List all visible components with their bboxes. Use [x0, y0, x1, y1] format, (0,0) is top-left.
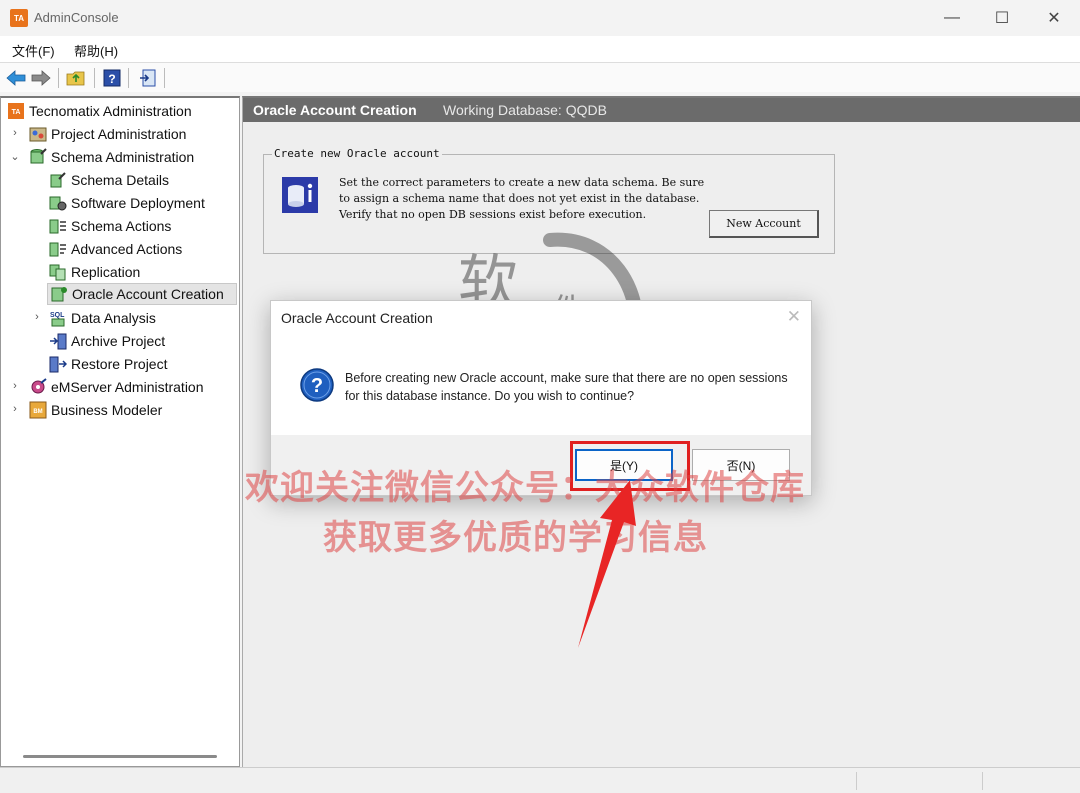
- dialog-title: Oracle Account Creation: [281, 310, 433, 326]
- tree-item-schema-administration[interactable]: Schema Administration: [29, 146, 194, 168]
- dialog-message: Before creating new Oracle account, make…: [345, 371, 788, 403]
- svg-text:SQL: SQL: [50, 312, 65, 319]
- toolbar-separator: [94, 68, 95, 88]
- tree-label: Project Administration: [51, 126, 187, 142]
- chevron-right-icon[interactable]: ›: [9, 127, 21, 139]
- exit-icon[interactable]: [138, 68, 158, 88]
- tree-label: eMServer Administration: [51, 379, 204, 395]
- panel-header: Oracle Account Creation Working Database…: [243, 98, 1080, 122]
- status-divider: [982, 772, 983, 790]
- tree-label: Oracle Account Creation: [72, 286, 224, 302]
- folder-up-icon[interactable]: [66, 68, 86, 88]
- description-text: Set the correct parameters to create a n…: [339, 176, 705, 221]
- tree-item-business-modeler[interactable]: BM Business Modeler: [29, 399, 162, 421]
- working-database-label: Working Database: QQDB: [443, 102, 607, 118]
- question-icon: ?: [299, 367, 335, 403]
- tree-label: Schema Details: [71, 172, 170, 188]
- panel-title: Oracle Account Creation: [253, 102, 417, 118]
- tree-label: Data Analysis: [71, 310, 156, 326]
- help-icon[interactable]: ?: [102, 68, 122, 88]
- chevron-down-icon[interactable]: ⌄: [9, 150, 21, 163]
- menu-file[interactable]: 文件(F): [12, 41, 55, 60]
- project-icon: [29, 125, 47, 143]
- menu-bar: 文件(F) 帮助(H): [0, 36, 1080, 62]
- business-modeler-icon: BM: [29, 401, 47, 419]
- tree-label: Archive Project: [71, 333, 166, 349]
- status-bar: [0, 767, 1080, 793]
- tree-label: Business Modeler: [51, 402, 163, 418]
- chevron-right-icon[interactable]: ›: [31, 311, 43, 323]
- tecnomatix-icon: TA: [7, 102, 25, 120]
- tree-root[interactable]: TA Tecnomatix Administration: [7, 100, 192, 122]
- tree-label: Schema Actions: [71, 218, 172, 234]
- sql-icon: SQL: [49, 309, 67, 327]
- svg-text:TA: TA: [12, 109, 21, 116]
- back-icon[interactable]: [6, 68, 26, 88]
- navigation-tree: TA Tecnomatix Administration › Project A…: [0, 96, 240, 767]
- software-deployment-icon: [49, 194, 67, 212]
- toolbar-separator: [164, 68, 165, 88]
- tree-item-restore-project[interactable]: Restore Project: [49, 353, 167, 375]
- replication-icon: [49, 263, 67, 281]
- minimize-button[interactable]: —: [940, 6, 964, 30]
- dialog-close-button[interactable]: ✕: [787, 307, 801, 327]
- toolbar-separator: [58, 68, 59, 88]
- tree-item-oracle-account-creation[interactable]: Oracle Account Creation: [47, 283, 237, 305]
- database-info-icon: [282, 177, 318, 213]
- status-divider: [856, 772, 857, 790]
- svg-text:?: ?: [311, 375, 323, 397]
- watermark-line-2: 获取更多优质的学习信息: [323, 519, 708, 557]
- tree-item-replication[interactable]: Replication: [49, 261, 140, 283]
- svg-text:?: ?: [108, 72, 115, 86]
- emserver-icon: [29, 378, 47, 396]
- app-icon: TA: [10, 9, 28, 27]
- dialog-body: ? Before creating new Oracle account, ma…: [271, 335, 811, 435]
- tree-item-advanced-actions[interactable]: Advanced Actions: [49, 238, 182, 260]
- tree-horizontal-scrollbar[interactable]: [23, 755, 217, 758]
- advanced-actions-icon: [49, 240, 67, 258]
- watermark-line-1: 欢迎关注微信公众号：大众软件仓库: [245, 469, 805, 507]
- toolbar-separator: [128, 68, 129, 88]
- group-title: Create new Oracle account: [272, 147, 442, 160]
- close-window-button[interactable]: ✕: [1042, 6, 1066, 30]
- schema-details-icon: [49, 171, 67, 189]
- title-bar: TA AdminConsole — ☐ ✕: [0, 0, 1080, 36]
- tree-label: Replication: [71, 264, 141, 280]
- tree-item-software-deployment[interactable]: Software Deployment: [49, 192, 205, 214]
- toolbar: ?: [0, 62, 1080, 92]
- tree-item-emserver-administration[interactable]: eMServer Administration: [29, 376, 204, 398]
- oracle-account-icon: [50, 285, 68, 303]
- tree-item-data-analysis[interactable]: SQL Data Analysis: [49, 307, 156, 329]
- tree-item-archive-project[interactable]: Archive Project: [49, 330, 165, 352]
- new-account-button[interactable]: New Account: [709, 210, 819, 238]
- forward-icon[interactable]: [31, 68, 51, 88]
- tree-label: Restore Project: [71, 356, 168, 372]
- archive-icon: [49, 332, 67, 350]
- schema-icon: [29, 148, 47, 166]
- tree-item-schema-details[interactable]: Schema Details: [49, 169, 169, 191]
- arrow-annotation: [560, 480, 650, 650]
- chevron-right-icon[interactable]: ›: [9, 403, 21, 415]
- tree-label: Schema Administration: [51, 149, 195, 165]
- tree-item-project-administration[interactable]: Project Administration: [29, 123, 186, 145]
- window-title: AdminConsole: [34, 10, 119, 25]
- restore-icon: [49, 355, 67, 373]
- tree-label: Software Deployment: [71, 195, 205, 211]
- tree-item-schema-actions[interactable]: Schema Actions: [49, 215, 171, 237]
- svg-text:BM: BM: [33, 409, 42, 415]
- chevron-right-icon[interactable]: ›: [9, 380, 21, 392]
- tree-label: Tecnomatix Administration: [29, 103, 192, 119]
- maximize-button[interactable]: ☐: [990, 6, 1014, 30]
- schema-actions-icon: [49, 217, 67, 235]
- menu-help[interactable]: 帮助(H): [74, 41, 118, 60]
- tree-label: Advanced Actions: [71, 241, 183, 257]
